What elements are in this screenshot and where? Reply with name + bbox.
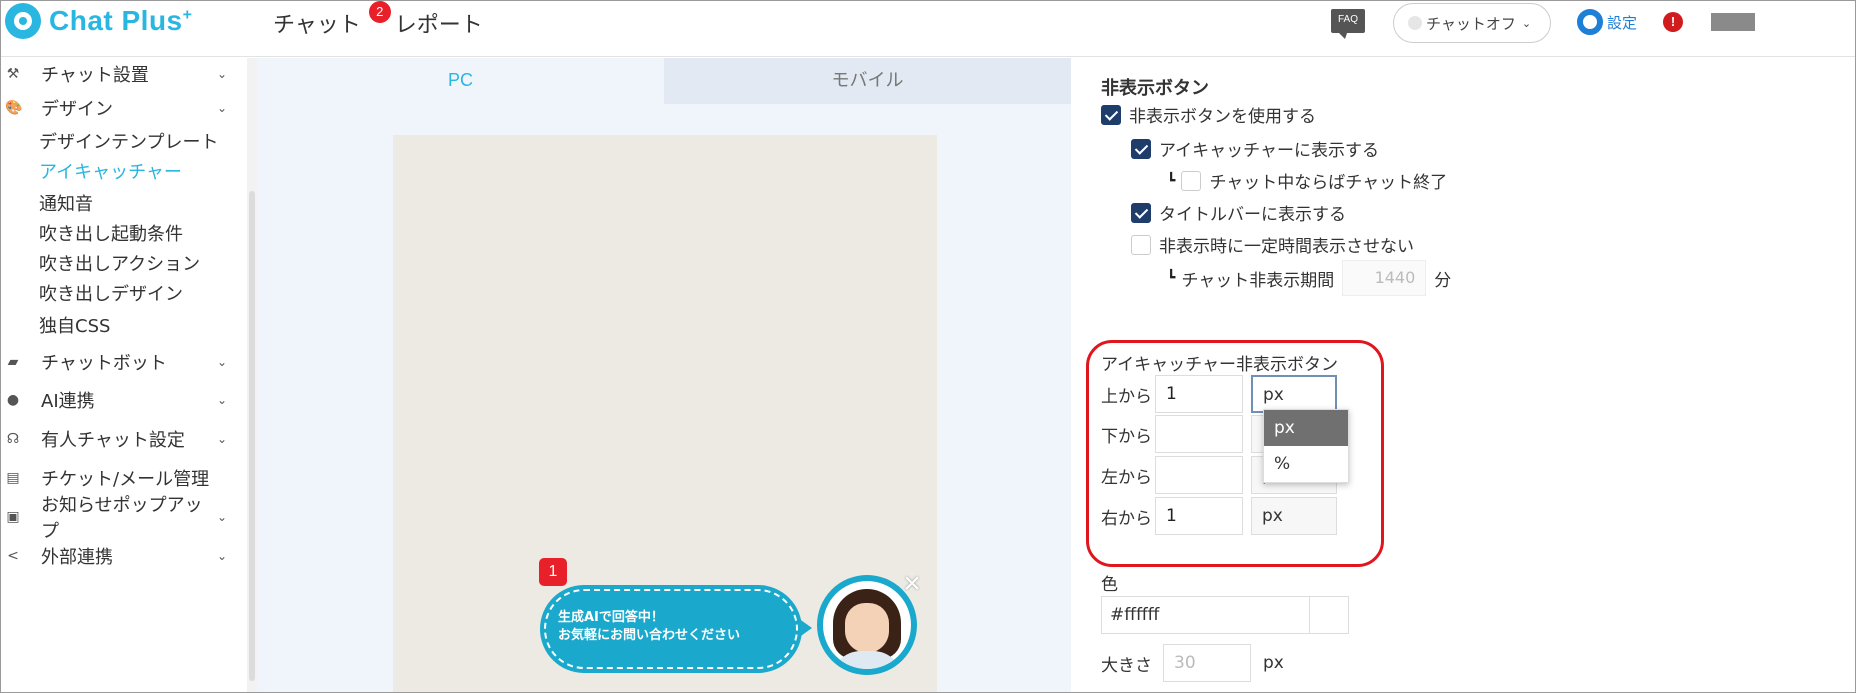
sidebar-section-chatbot[interactable]: ▰ チャットボット ⌄ <box>1 346 237 378</box>
section-title: 非表示ボタン <box>1101 78 1209 99</box>
use-hide-button-row[interactable]: 非表示ボタンを使用する <box>1101 102 1316 127</box>
size-row: 大きさ 30 px <box>1101 644 1284 682</box>
logo[interactable]: Chat Plus+ <box>5 3 192 39</box>
chevron-down-icon: ⌄ <box>217 393 228 407</box>
sidebar-section-design[interactable]: 🎨 デザイン ⌄ <box>1 92 237 124</box>
eyecatcher-bubble[interactable]: 生成AIで回答中！ お気軽にお問い合わせください <box>540 585 802 673</box>
settings-label: 設定 <box>1607 13 1638 32</box>
use-hide-button-checkbox[interactable] <box>1101 104 1121 125</box>
chat-status-select[interactable]: チャットオフ ⌄ <box>1393 3 1551 43</box>
show-on-titlebar-checkbox[interactable] <box>1131 202 1151 223</box>
chevron-down-icon: ⌄ <box>217 67 228 81</box>
offset-top-unit-select[interactable]: px <box>1251 375 1337 413</box>
ticket-icon: ▤ <box>6 470 20 486</box>
end-chat-checkbox[interactable] <box>1181 170 1202 191</box>
nav-chat-label: チャット <box>273 13 361 38</box>
color-label: 色 <box>1101 575 1118 595</box>
show-on-titlebar-row[interactable]: タイトルバーに表示する <box>1131 200 1346 225</box>
bubble-text: 生成AIで回答中！ お気軽にお問い合わせください <box>558 610 741 643</box>
sidebar-section-integration[interactable]: < 外部連携 ⌄ <box>1 540 237 572</box>
alert-icon[interactable]: ! <box>1663 12 1683 32</box>
chat-bubble-icon: ▰ <box>7 354 19 370</box>
bulb-icon: ● <box>6 392 20 408</box>
logo-text: Chat Plus+ <box>49 5 193 36</box>
main-nav: チャット 2 レポート <box>273 1 483 39</box>
show-on-eyecatcher-row[interactable]: アイキャッチャーに表示する <box>1131 136 1379 161</box>
hide-period-input[interactable]: 1440 <box>1342 260 1427 296</box>
offset-right-unit-select[interactable]: px <box>1251 497 1337 535</box>
chat-count-badge: 2 <box>368 1 391 23</box>
end-chat-row[interactable]: ┗ チャット中ならばチャット終了 <box>1167 168 1447 193</box>
unit-dropdown: px % <box>1263 409 1349 483</box>
color-field: #ffffff <box>1101 596 1349 634</box>
preview-tabs: PC モバイル <box>257 58 1071 104</box>
sidebar-section-live-chat[interactable]: ☊ 有人チャット設定 ⌄ <box>1 423 237 455</box>
popup-icon: ▣ <box>6 509 20 525</box>
tab-mobile[interactable]: モバイル <box>664 58 1071 104</box>
sidebar-scrollbar-thumb[interactable] <box>249 191 255 681</box>
sidebar-section-ticket[interactable]: ▤ チケット/メール管理 <box>1 462 237 494</box>
eyecatcher-hide-group-label: アイキャッチャー非表示ボタン <box>1101 355 1338 375</box>
color-input[interactable]: #ffffff <box>1102 597 1310 633</box>
show-on-eyecatcher-checkbox[interactable] <box>1131 138 1151 159</box>
chevron-down-icon: ⌄ <box>217 101 228 115</box>
offset-left-input[interactable] <box>1155 456 1243 494</box>
no-hide-period-row[interactable]: 非表示時に一定時間表示させない <box>1131 232 1414 257</box>
nav-report-label: レポート <box>394 13 483 38</box>
tools-icon: ⚒ <box>6 66 20 82</box>
palette-icon: 🎨 <box>5 100 23 116</box>
chat-status-label: チャットオフ <box>1426 14 1516 33</box>
faq-icon[interactable]: FAQ <box>1331 9 1365 39</box>
share-icon: < <box>7 548 19 564</box>
top-header: Chat Plus+ チャット 2 レポート FAQ チャットオフ ⌄ 設定 ! <box>1 1 1855 57</box>
chevron-down-icon: ⌄ <box>217 549 228 563</box>
chevron-down-icon: ⌄ <box>217 355 228 369</box>
sidebar-section-ai[interactable]: ● AI連携 ⌄ <box>1 384 237 416</box>
unit-option-px[interactable]: px <box>1264 410 1348 446</box>
preview-area: PC モバイル 1 生成AIで回答中！ お気軽にお問い合わせください × <box>257 58 1071 692</box>
offset-right-input[interactable]: 1 <box>1155 497 1243 535</box>
sidebar-item-bubble-design[interactable]: 吹き出しデザイン <box>39 280 183 306</box>
sidebar-item-notification-sound[interactable]: 通知音 <box>39 190 93 216</box>
settings-panel: 非表示ボタン 非表示ボタンを使用する アイキャッチャーに表示する ┗ チャット中… <box>1071 58 1855 692</box>
offset-top-input[interactable]: 1 <box>1155 375 1243 413</box>
app-window: Chat Plus+ チャット 2 レポート FAQ チャットオフ ⌄ 設定 !… <box>0 0 1856 693</box>
close-icon[interactable]: × <box>897 569 927 600</box>
sidebar: ⚒ チャット設置 ⌄ 🎨 デザイン ⌄ デザインテンプレート アイキャッチャー … <box>1 58 247 692</box>
sidebar-item-bubble-action[interactable]: 吹き出しアクション <box>39 250 200 276</box>
chevron-down-icon: ⌄ <box>217 432 228 446</box>
tab-pc[interactable]: PC <box>257 58 664 104</box>
gear-icon <box>1577 9 1603 35</box>
offset-top-row: 上から 1 px <box>1101 375 1337 413</box>
hide-period-row: ┗ チャット非表示期間 1440 分 <box>1167 260 1451 296</box>
nav-report[interactable]: レポート <box>395 7 483 39</box>
status-dot-icon <box>1408 16 1422 30</box>
color-swatch[interactable] <box>1310 597 1348 633</box>
size-input[interactable]: 30 <box>1163 644 1251 682</box>
sidebar-section-popup[interactable]: ▣ お知らせポップアップ ⌄ <box>1 495 237 542</box>
user-menu[interactable] <box>1711 13 1755 31</box>
sidebar-item-custom-css[interactable]: 独自CSS <box>39 312 110 338</box>
chevron-down-icon: ⌄ <box>1521 16 1532 30</box>
sidebar-item-bubble-trigger[interactable]: 吹き出し起動条件 <box>39 220 183 246</box>
offset-bottom-input[interactable] <box>1155 415 1243 453</box>
headset-icon: ☊ <box>6 431 20 447</box>
logo-icon <box>5 3 41 39</box>
nav-chat[interactable]: チャット 2 <box>273 1 391 39</box>
settings-button[interactable]: 設定 <box>1577 9 1637 35</box>
offset-right-row: 右から 1 px <box>1101 497 1337 535</box>
chevron-down-icon: ⌄ <box>217 510 228 524</box>
eyecatcher-count-badge: 1 <box>539 558 567 586</box>
sidebar-item-eyecatcher[interactable]: アイキャッチャー <box>39 158 182 184</box>
no-hide-period-checkbox[interactable] <box>1131 234 1151 255</box>
unit-option-percent[interactable]: % <box>1264 446 1348 482</box>
sidebar-section-chat-setup[interactable]: ⚒ チャット設置 ⌄ <box>1 58 237 90</box>
sidebar-item-design-template[interactable]: デザインテンプレート <box>39 128 218 154</box>
